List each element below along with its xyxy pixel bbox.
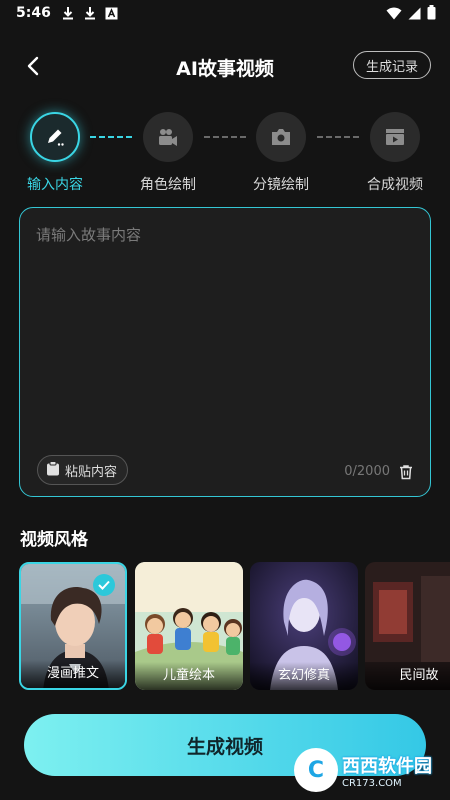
generation-records-button[interactable]: 生成记录: [353, 51, 431, 79]
step-input-content[interactable]: 输入内容: [15, 112, 95, 194]
download-icon: [83, 6, 97, 20]
style-label: 玄幻修真: [250, 662, 358, 690]
step-storyboard-drawing[interactable]: 分镜绘制: [241, 112, 321, 194]
step-connector: [317, 136, 359, 138]
step-connector: [204, 136, 246, 138]
watermark: C 西西软件园 CR173.COM: [294, 748, 432, 792]
story-input-box: 粘贴内容 0/2000: [19, 207, 431, 497]
style-card-folk-tale[interactable]: 民间故: [365, 562, 450, 690]
style-label: 漫画推文: [21, 660, 125, 688]
character-counter: 0/2000: [344, 464, 390, 479]
step-label: 输入内容: [27, 177, 83, 193]
watermark-text: 西西软件园: [342, 755, 432, 777]
paste-label: 粘贴内容: [65, 464, 118, 480]
story-input[interactable]: [36, 224, 416, 444]
trash-icon[interactable]: [398, 464, 414, 480]
top-app-bar: AI故事视频 生成记录: [0, 44, 450, 88]
style-card-comic[interactable]: 漫画推文: [19, 562, 127, 690]
style-card-picture-book[interactable]: 儿童绘本: [135, 562, 243, 690]
watermark-logo-icon: C: [294, 748, 338, 792]
progress-steps: 输入内容 角色绘制 分镜绘制 合成视频: [0, 112, 450, 202]
step-character-drawing[interactable]: 角色绘制: [128, 112, 208, 194]
camera-icon: [256, 112, 306, 162]
style-label: 儿童绘本: [135, 662, 243, 690]
clipboard-icon: [46, 460, 60, 480]
step-label: 分镜绘制: [253, 177, 309, 193]
style-label: 民间故: [365, 662, 450, 690]
step-label: 角色绘制: [140, 177, 196, 193]
battery-icon: [427, 5, 436, 24]
step-label: 合成视频: [367, 177, 423, 193]
style-card-fantasy[interactable]: 玄幻修真: [250, 562, 358, 690]
video-style-list: 漫画推文 儿童绘本 玄幻修真 民间故: [19, 562, 450, 690]
step-compose-video[interactable]: 合成视频: [355, 112, 435, 194]
video-camera-icon: [143, 112, 193, 162]
step-connector: [90, 136, 132, 138]
wifi-icon: [386, 5, 402, 24]
clapperboard-icon: [370, 112, 420, 162]
pencil-icon: [30, 112, 80, 162]
watermark-url: CR173.COM: [342, 777, 402, 789]
status-indicators: [386, 5, 436, 24]
download-icon: [61, 6, 75, 20]
signal-icon: [408, 5, 421, 24]
checkmark-icon: [93, 574, 115, 596]
status-time: 5:46: [16, 5, 51, 21]
status-bar: 5:46: [0, 0, 450, 26]
video-style-heading: 视频风格: [20, 530, 88, 550]
paste-content-button[interactable]: 粘贴内容: [37, 455, 129, 485]
text-app-icon: [105, 6, 119, 20]
